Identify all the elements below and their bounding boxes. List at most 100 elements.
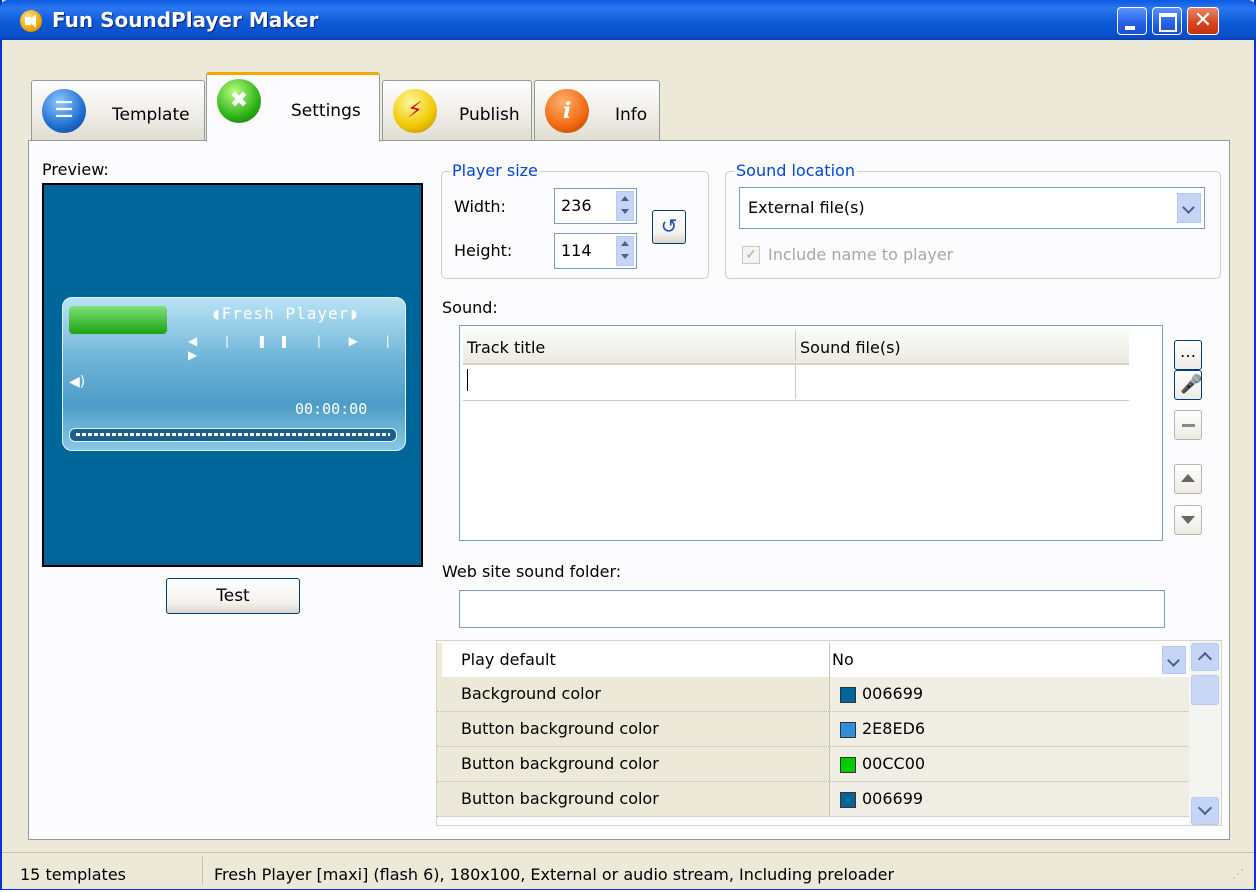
track-display bbox=[69, 306, 167, 334]
color-swatch bbox=[840, 792, 856, 808]
property-row[interactable]: Button background color 00CC00 bbox=[437, 747, 1190, 782]
sound-location-title: Sound location bbox=[734, 161, 857, 180]
chevron-down-icon[interactable] bbox=[1162, 646, 1186, 674]
height-value: 114 bbox=[561, 241, 592, 260]
width-value: 236 bbox=[561, 196, 592, 215]
web-folder-input[interactable] bbox=[459, 590, 1165, 628]
reset-icon: ↺ bbox=[660, 214, 678, 238]
tab-settings-label: Settings bbox=[291, 101, 361, 121]
chevron-up-icon bbox=[1197, 651, 1213, 667]
property-row[interactable]: Button background color 006699 bbox=[437, 782, 1190, 817]
scroll-thumb[interactable] bbox=[1191, 675, 1219, 705]
color-swatch bbox=[840, 757, 856, 773]
chevron-down-icon bbox=[1197, 800, 1213, 816]
property-value[interactable]: 006699 bbox=[829, 677, 1190, 711]
window-title: Fun SoundPlayer Maker bbox=[52, 8, 319, 32]
sound-location-value: External file(s) bbox=[748, 198, 865, 217]
height-label: Height: bbox=[454, 241, 513, 260]
browse-button[interactable]: … bbox=[1174, 340, 1202, 370]
info-icon: i bbox=[545, 89, 589, 133]
list-icon: ☰ bbox=[42, 89, 86, 133]
property-value-text: 2E8ED6 bbox=[862, 719, 926, 738]
track-title-cell[interactable] bbox=[463, 363, 796, 399]
table-row[interactable] bbox=[463, 363, 1129, 401]
sound-table[interactable]: Track title Sound file(s) bbox=[459, 325, 1163, 541]
tab-info[interactable]: i Info bbox=[534, 80, 660, 142]
property-label: Play default bbox=[461, 650, 556, 669]
property-value-text: 00CC00 bbox=[862, 754, 926, 773]
property-label: Background color bbox=[461, 684, 601, 703]
scroll-down-button[interactable] bbox=[1191, 797, 1219, 825]
reset-size-button[interactable]: ↺ bbox=[652, 210, 686, 244]
speaker-app-icon bbox=[20, 10, 42, 32]
close-icon: ✕ bbox=[1193, 8, 1213, 33]
title-bar[interactable]: Fun SoundPlayer Maker ✕ bbox=[0, 0, 1256, 40]
column-track-title[interactable]: Track title bbox=[467, 338, 545, 357]
player-time: 00:00:00 bbox=[295, 400, 368, 418]
tab-info-label: Info bbox=[615, 105, 648, 125]
flash-icon: ⚡ bbox=[393, 89, 437, 133]
property-value-text: 006699 bbox=[862, 789, 924, 808]
sound-table-header: Track title Sound file(s) bbox=[463, 329, 1129, 365]
column-sound-file[interactable]: Sound file(s) bbox=[800, 338, 901, 357]
main-window: Fun SoundPlayer Maker ✕ ☰ Template ✖ Set… bbox=[0, 0, 1256, 890]
color-swatch bbox=[840, 687, 856, 703]
preview-label: Preview: bbox=[42, 160, 109, 179]
remove-button[interactable] bbox=[1174, 410, 1202, 440]
property-row[interactable]: Background color 006699 bbox=[437, 677, 1190, 712]
resize-grip-icon[interactable]: ⋰ bbox=[1232, 867, 1244, 881]
tab-settings[interactable]: ✖ Settings bbox=[206, 72, 380, 142]
width-spinner[interactable]: 236 bbox=[554, 188, 637, 224]
property-label: Button background color bbox=[461, 789, 659, 808]
tab-template-label: Template bbox=[112, 105, 190, 125]
property-row[interactable]: Play default No bbox=[437, 643, 1190, 678]
minus-icon bbox=[1182, 424, 1195, 427]
close-button[interactable]: ✕ bbox=[1187, 7, 1219, 35]
tab-template[interactable]: ☰ Template bbox=[31, 80, 205, 142]
player-size-title: Player size bbox=[450, 161, 540, 180]
properties-scrollbar[interactable] bbox=[1189, 641, 1221, 825]
properties-grid: Play default No Background color 006699 … bbox=[436, 640, 1222, 826]
color-swatch bbox=[840, 722, 856, 738]
player-controls: ◀ | ❚❚ | ▶ | ▶ bbox=[188, 334, 402, 362]
property-label: Button background color bbox=[461, 719, 659, 738]
tab-publish[interactable]: ⚡ Publish bbox=[382, 80, 532, 142]
player-progress-bar bbox=[69, 428, 397, 442]
sound-file-cell[interactable] bbox=[796, 363, 1129, 399]
maximize-button[interactable] bbox=[1152, 7, 1182, 35]
arrow-down-icon bbox=[1181, 516, 1195, 524]
height-spin-arrows[interactable] bbox=[616, 236, 634, 266]
property-value[interactable]: 00CC00 bbox=[829, 747, 1190, 781]
web-folder-label: Web site sound folder: bbox=[442, 562, 622, 581]
move-down-button[interactable] bbox=[1174, 505, 1202, 535]
sound-location-select[interactable]: External file(s) bbox=[739, 187, 1205, 229]
tab-publish-label: Publish bbox=[459, 105, 520, 125]
volume-icon: ◀) bbox=[69, 374, 86, 390]
property-value-select[interactable]: No bbox=[829, 643, 1190, 677]
player-name: ◖Fresh Player◗ bbox=[211, 304, 360, 323]
property-label: Button background color bbox=[461, 754, 659, 773]
property-value[interactable]: 2E8ED6 bbox=[829, 712, 1190, 746]
preview-area: ◖Fresh Player◗ ◀ | ❚❚ | ▶ | ▶ ◀) 00:00:0… bbox=[42, 183, 423, 567]
property-value[interactable]: 006699 bbox=[829, 782, 1190, 816]
move-up-button[interactable] bbox=[1174, 464, 1202, 494]
height-spinner[interactable]: 114 bbox=[554, 233, 637, 269]
property-value: No bbox=[832, 650, 854, 669]
include-name-checkbox[interactable]: ✓ bbox=[742, 246, 760, 264]
chevron-down-icon[interactable] bbox=[1177, 193, 1201, 223]
text-cursor bbox=[467, 369, 468, 391]
property-value-text: 006699 bbox=[862, 684, 924, 703]
width-spin-arrows[interactable] bbox=[616, 191, 634, 221]
tools-icon: ✖ bbox=[217, 79, 261, 123]
record-button[interactable]: 🎤 bbox=[1174, 370, 1202, 400]
property-row[interactable]: Button background color 2E8ED6 bbox=[437, 712, 1190, 747]
sound-label: Sound: bbox=[442, 298, 498, 317]
microphone-icon: 🎤 bbox=[1180, 374, 1203, 395]
minimize-button[interactable] bbox=[1117, 7, 1147, 35]
scroll-up-button[interactable] bbox=[1191, 643, 1219, 671]
include-name-label: Include name to player bbox=[768, 245, 954, 264]
arrow-up-icon bbox=[1181, 474, 1195, 482]
status-bar: 15 templates Fresh Player [maxi] (flash … bbox=[2, 852, 1254, 889]
test-button[interactable]: Test bbox=[166, 578, 300, 614]
player-preview: ◖Fresh Player◗ ◀ | ❚❚ | ▶ | ▶ ◀) 00:00:0… bbox=[62, 297, 406, 451]
